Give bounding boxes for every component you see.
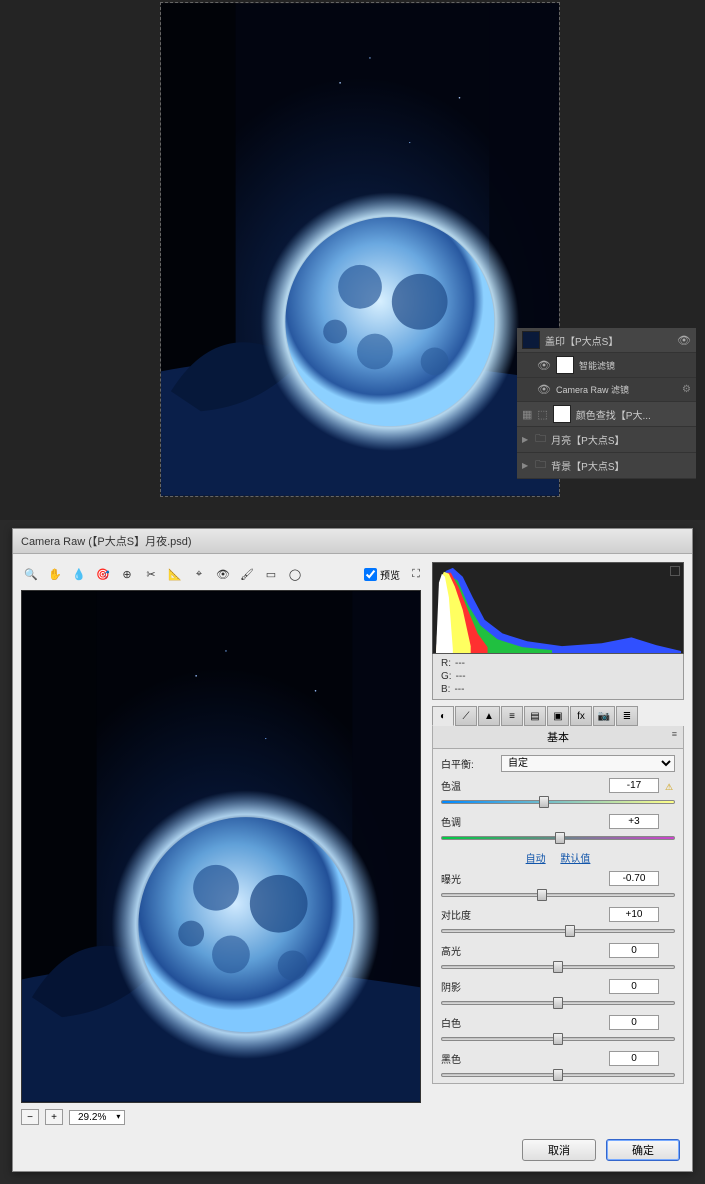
exposure-label: 曝光 xyxy=(441,871,495,886)
folder-icon: 🗀 xyxy=(535,456,546,475)
histogram[interactable] xyxy=(432,562,684,654)
auto-link[interactable]: 自动 xyxy=(526,854,546,865)
contrast-label: 对比度 xyxy=(441,907,495,922)
layer-group-moon[interactable]: ▶ 🗀 月亮【P大点S】 xyxy=(517,427,696,453)
visibility-icon[interactable]: 👁 xyxy=(537,359,551,372)
tab-curve[interactable]: ⟋ xyxy=(455,706,477,726)
redeye-icon[interactable]: 👁 xyxy=(215,566,231,582)
blacks-input[interactable] xyxy=(609,1051,659,1066)
exposure-slider[interactable] xyxy=(441,888,675,902)
tab-hsl[interactable]: ≡ xyxy=(501,706,523,726)
warn-icon xyxy=(665,817,675,827)
canvas-area: 盖印【P大点S】 👁 👁 智能滤镜 👁 Camera Raw 滤镜 ⚙ ▦ ⬚ … xyxy=(0,0,705,520)
temp-slider[interactable] xyxy=(441,795,675,809)
camera-raw-dialog: Camera Raw (【P大点S】月夜.psd) 🔍 ✋ 💧 🎯 ⊕ ✂ 📐 … xyxy=(12,528,693,1172)
adjustment-brush-icon[interactable]: 🖌 xyxy=(239,566,255,582)
wb-label: 白平衡: xyxy=(441,756,495,771)
shadows-slider[interactable] xyxy=(441,996,675,1010)
layer-label: 盖印【P大点S】 xyxy=(545,333,618,348)
blacks-label: 黑色 xyxy=(441,1051,495,1066)
whites-input[interactable] xyxy=(609,1015,659,1030)
layer-smart-filters[interactable]: 👁 智能滤镜 xyxy=(517,353,696,378)
straighten-icon[interactable]: 📐 xyxy=(167,566,183,582)
dialog-buttons: 取消 确定 xyxy=(13,1133,692,1171)
shadows-label: 阴影 xyxy=(441,979,495,994)
tint-label: 色调 xyxy=(441,814,495,829)
moon-artwork xyxy=(161,3,559,496)
graduated-filter-icon[interactable]: ▭ xyxy=(263,566,279,582)
layers-panel: 盖印【P大点S】 👁 👁 智能滤镜 👁 Camera Raw 滤镜 ⚙ ▦ ⬚ … xyxy=(517,328,696,479)
tab-camera[interactable]: 📷 xyxy=(593,706,615,726)
hand-tool-icon[interactable]: ✋ xyxy=(47,566,63,582)
layer-group-bg[interactable]: ▶ 🗀 背景【P大点S】 xyxy=(517,453,696,479)
spot-removal-icon[interactable]: ⌖ xyxy=(191,566,207,582)
layer-camera-raw-filter[interactable]: 👁 Camera Raw 滤镜 ⚙ xyxy=(517,378,696,402)
wb-select[interactable]: 自定 xyxy=(501,755,675,772)
panel-title: 基本 ≡ xyxy=(432,726,684,749)
expand-icon[interactable]: ▶ xyxy=(522,461,528,470)
exposure-input[interactable] xyxy=(609,871,659,886)
expand-icon[interactable]: ▶ xyxy=(522,435,528,444)
layer-label: 背景【P大点S】 xyxy=(551,458,624,473)
blacks-slider[interactable] xyxy=(441,1068,675,1082)
grid-icon: ▦ xyxy=(522,408,532,421)
tab-fx[interactable]: fx xyxy=(570,706,592,726)
visibility-icon[interactable]: 👁 xyxy=(537,383,551,396)
tint-slider[interactable] xyxy=(441,831,675,845)
highlights-label: 高光 xyxy=(441,943,495,958)
cr-preview-image[interactable] xyxy=(21,590,421,1103)
temp-label: 色温 xyxy=(441,778,495,793)
panel-menu-icon[interactable]: ≡ xyxy=(672,729,677,739)
filter-blend-icon[interactable]: ⚙ xyxy=(682,384,691,395)
zoom-tool-icon[interactable]: 🔍 xyxy=(23,566,39,582)
rgb-readout: R:--- G:--- B:--- xyxy=(432,654,684,700)
clip-warning-icon[interactable] xyxy=(670,566,680,576)
wb-tool-icon[interactable]: 💧 xyxy=(71,566,87,582)
layer-label: 月亮【P大点S】 xyxy=(551,432,624,447)
tab-detail[interactable]: ▲ xyxy=(478,706,500,726)
fullscreen-icon[interactable]: ⛶ xyxy=(408,566,424,582)
layer-stamp[interactable]: 盖印【P大点S】 👁 xyxy=(517,328,696,353)
contrast-slider[interactable] xyxy=(441,924,675,938)
dialog-title: Camera Raw (【P大点S】月夜.psd) xyxy=(13,529,692,554)
temp-input[interactable] xyxy=(609,778,659,793)
preview-checkbox[interactable]: 预览 xyxy=(364,567,400,582)
radial-filter-icon[interactable]: ◯ xyxy=(287,566,303,582)
default-link[interactable]: 默认值 xyxy=(560,854,590,865)
zoom-in-button[interactable]: + xyxy=(45,1109,63,1125)
crop-tool-icon[interactable]: ✂ xyxy=(143,566,159,582)
layer-label: 颜色查找【P大... xyxy=(576,407,651,422)
layer-label: 智能滤镜 xyxy=(579,359,615,372)
folder-icon: 🗀 xyxy=(535,430,546,449)
ok-button[interactable]: 确定 xyxy=(606,1139,680,1161)
tab-split[interactable]: ▤ xyxy=(524,706,546,726)
whites-label: 白色 xyxy=(441,1015,495,1030)
zoom-out-button[interactable]: − xyxy=(21,1109,39,1125)
contrast-input[interactable] xyxy=(609,907,659,922)
whites-slider[interactable] xyxy=(441,1032,675,1046)
layer-color-lookup[interactable]: ▦ ⬚ 颜色查找【P大... xyxy=(517,402,696,427)
panel-tabs: ◐ ⟋ ▲ ≡ ▤ ▣ fx 📷 ≣ xyxy=(432,706,684,726)
tint-input[interactable] xyxy=(609,814,659,829)
cancel-button[interactable]: 取消 xyxy=(522,1139,596,1161)
cr-toolbar: 🔍 ✋ 💧 🎯 ⊕ ✂ 📐 ⌖ 👁 🖌 ▭ ◯ 预览 ⛶ xyxy=(21,562,426,586)
shadows-input[interactable] xyxy=(609,979,659,994)
layer-label: Camera Raw 滤镜 xyxy=(556,383,629,396)
targeted-adjust-icon[interactable]: ⊕ xyxy=(119,566,135,582)
zoom-level[interactable]: 29.2% xyxy=(69,1110,125,1125)
warn-icon xyxy=(665,781,675,791)
basic-settings: 白平衡: 自定 色温 色调 自动 xyxy=(432,749,684,1084)
tab-lens[interactable]: ▣ xyxy=(547,706,569,726)
color-sampler-icon[interactable]: 🎯 xyxy=(95,566,111,582)
tab-basic[interactable]: ◐ xyxy=(432,706,454,726)
highlights-slider[interactable] xyxy=(441,960,675,974)
link-icon: ⬚ xyxy=(537,408,547,421)
document-canvas[interactable] xyxy=(160,2,560,497)
zoom-controls: − + 29.2% xyxy=(21,1109,426,1125)
visibility-icon[interactable]: 👁 xyxy=(677,334,691,347)
highlights-input[interactable] xyxy=(609,943,659,958)
tab-presets[interactable]: ≣ xyxy=(616,706,638,726)
